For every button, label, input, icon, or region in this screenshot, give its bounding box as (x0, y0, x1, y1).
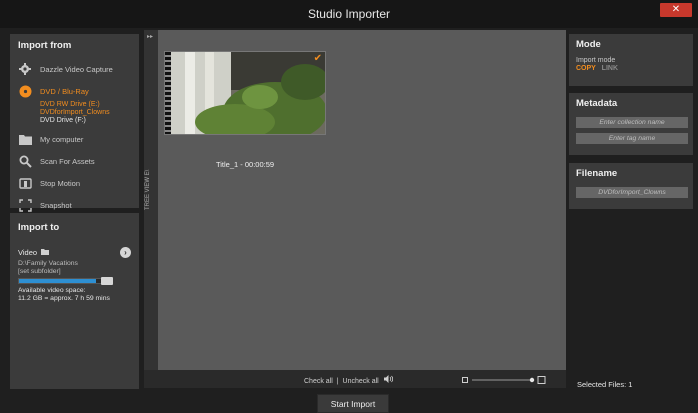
video-destination-row[interactable]: Video › (18, 247, 131, 258)
window-title: Studio Importer (307, 7, 391, 21)
filename-panel: Filename DVDforImport_Clowns (569, 163, 693, 209)
source-label: Stop Motion (40, 178, 81, 188)
tree-view-toggle[interactable]: ▸▸ TREE VIEW E\ (144, 30, 158, 388)
import-to-title: Import to (18, 222, 60, 233)
mode-panel: Mode Import mode COPY LINK (569, 34, 693, 86)
source-dvd-blu-ray[interactable]: DVD / Blu-Ray (18, 81, 131, 101)
available-space-label: Available video space: (18, 287, 86, 294)
navigate-arrow-icon[interactable]: › (120, 247, 131, 258)
source-my-computer[interactable]: My computer (18, 129, 131, 149)
clip-thumbnail[interactable]: ✔ (164, 51, 326, 135)
clip-caption: Title_1 - 00:00:59 (215, 160, 275, 169)
speaker-icon[interactable] (383, 375, 393, 385)
clip-thumbnail-image (165, 52, 325, 134)
video-label: Video (18, 248, 38, 257)
magnifier-icon (18, 154, 32, 168)
film-strip (165, 52, 171, 134)
dvd-drive-item[interactable]: DVD Drive (F:) (18, 117, 131, 125)
mode-title: Mode (576, 39, 601, 50)
start-import-button[interactable]: Start Import (317, 394, 389, 413)
destination-path: D:\Family Vacations (18, 260, 78, 267)
source-scan-for-assets[interactable]: Scan For Assets (18, 151, 131, 171)
video-space-bar (18, 277, 113, 285)
tag-name-input[interactable]: Enter tag name (576, 133, 688, 144)
import-from-title: Import from (18, 40, 72, 51)
copy-mode-option[interactable]: COPY (576, 65, 596, 72)
snapshot-icon (18, 198, 32, 212)
set-subfolder-link[interactable]: [set subfolder] (18, 268, 131, 276)
uncheck-all-link[interactable]: Uncheck all (343, 378, 379, 385)
checkmark-icon[interactable]: ✔ (314, 53, 322, 64)
selected-files-count: Selected Files: 1 (577, 380, 633, 389)
expand-arrows-icon[interactable]: ▸▸ (147, 33, 153, 40)
source-label: Scan For Assets (40, 156, 95, 166)
separator: | (336, 378, 339, 385)
tree-view-label: TREE VIEW E\ (145, 169, 151, 210)
import-from-panel: Import from Dazzle Video Capture DVD / B… (10, 34, 139, 212)
folder-icon (41, 248, 50, 257)
studio-importer-window: Studio Importer ✕ Import from Dazzle Vid… (0, 0, 698, 413)
source-dazzle-video-capture[interactable]: Dazzle Video Capture (18, 59, 131, 79)
link-mode-option[interactable]: LINK (602, 65, 618, 72)
source-stop-motion[interactable]: Stop Motion (18, 173, 131, 193)
video-space-knob[interactable] (101, 277, 113, 285)
source-label: Snapshot (40, 200, 72, 210)
filename-input[interactable]: DVDforImport_Clowns (576, 187, 688, 198)
folder-icon (18, 132, 32, 146)
source-snapshot[interactable]: Snapshot (18, 195, 131, 215)
video-space-fill (19, 279, 97, 283)
source-label: My computer (40, 134, 84, 144)
disc-icon (18, 84, 32, 98)
check-all-link[interactable]: Check all (304, 378, 333, 385)
check-controls: Check all | Uncheck all (304, 375, 393, 385)
metadata-title: Metadata (576, 98, 618, 109)
zoom-slider[interactable] (462, 376, 546, 384)
close-button[interactable]: ✕ (660, 3, 692, 17)
import-mode-label: Import mode (576, 57, 616, 64)
gear-icon (18, 62, 32, 76)
source-label: DVD / Blu-Ray (40, 86, 89, 96)
filename-title: Filename (576, 168, 618, 179)
dvd-rw-drive-item[interactable]: DVD RW Drive (E:) (18, 101, 131, 109)
metadata-panel: Metadata Enter collection name Enter tag… (569, 93, 693, 155)
dvd-volume-item[interactable]: DVDforImport_Clowns (18, 109, 131, 117)
source-label: Dazzle Video Capture (40, 64, 113, 74)
stop-motion-icon (18, 176, 32, 190)
available-space-value: 11.2 GB = approx. 7 h 59 mins (18, 295, 110, 302)
import-to-panel: Import to Video › D:\Family Vacations [s… (10, 213, 139, 389)
collection-name-input[interactable]: Enter collection name (576, 117, 688, 128)
title-bar: Studio Importer ✕ (0, 0, 698, 28)
